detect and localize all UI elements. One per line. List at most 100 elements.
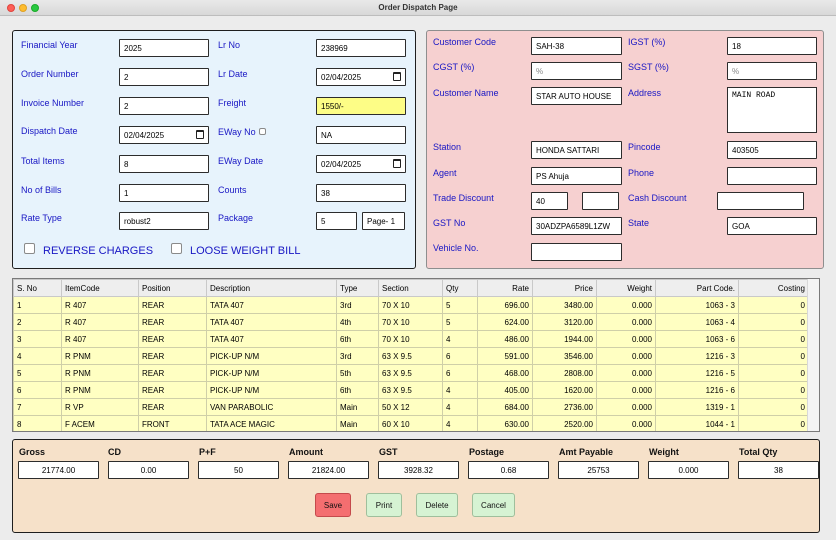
table-cell[interactable]: 4: [442, 330, 478, 348]
table-cell[interactable]: 5: [442, 313, 478, 331]
print-button[interactable]: Print: [366, 493, 402, 517]
table-cell[interactable]: 70 X 10: [378, 313, 443, 331]
trade-discount-input[interactable]: [531, 192, 568, 210]
column-header[interactable]: S. No: [13, 279, 62, 297]
table-cell[interactable]: 624.00: [477, 313, 533, 331]
counts-input[interactable]: [316, 184, 406, 202]
column-header[interactable]: Position: [138, 279, 207, 297]
invoice-number-input[interactable]: [119, 97, 209, 115]
table-row[interactable]: 1R 407 REAR TATA 407 3rd 70 X 10 5 696.00 3480.…: [13, 296, 809, 314]
customer-name-input[interactable]: [531, 87, 622, 105]
table-row[interactable]: 6R PNM REAR PICK-UP N/M 6th 63 X 9.5 4 405.00 1…: [13, 381, 809, 399]
table-cell[interactable]: FRONT: [138, 415, 207, 431]
gross-input[interactable]: [18, 461, 99, 479]
total-qty-input[interactable]: [738, 461, 819, 479]
total-items-input[interactable]: [119, 155, 209, 173]
loose-weight-bill-checkbox[interactable]: [171, 243, 182, 254]
calendar-icon[interactable]: [196, 130, 204, 139]
table-cell[interactable]: REAR: [138, 398, 207, 416]
trade-discount-extra-input[interactable]: [582, 192, 619, 210]
table-cell[interactable]: TATA ACE MAGIC: [206, 415, 337, 431]
state-input[interactable]: [727, 217, 817, 235]
table-cell[interactable]: 6: [442, 364, 478, 382]
table-cell[interactable]: R PNM: [61, 381, 139, 399]
table-cell[interactable]: 468.00: [477, 364, 533, 382]
table-cell[interactable]: 630.00: [477, 415, 533, 431]
table-cell[interactable]: 405.00: [477, 381, 533, 399]
table-cell[interactable]: 0: [738, 296, 809, 314]
table-row[interactable]: 3R 407 REAR TATA 407 6th 70 X 10 4 486.00 1944.…: [13, 330, 809, 348]
table-cell[interactable]: 6: [13, 381, 62, 399]
table-cell[interactable]: 2808.00: [532, 364, 597, 382]
sgst-input[interactable]: [727, 62, 817, 80]
table-cell[interactable]: 4: [442, 381, 478, 399]
amount-input[interactable]: [288, 461, 369, 479]
table-cell[interactable]: 1063 - 3: [655, 296, 739, 314]
table-cell[interactable]: R 407: [61, 313, 139, 331]
column-header[interactable]: Qty: [442, 279, 478, 297]
table-cell[interactable]: 50 X 12: [378, 398, 443, 416]
cancel-button[interactable]: Cancel: [472, 493, 515, 517]
table-cell[interactable]: 0.000: [596, 296, 656, 314]
table-cell[interactable]: 1216 - 6: [655, 381, 739, 399]
table-cell[interactable]: 591.00: [477, 347, 533, 365]
table-scrollbar[interactable]: [807, 279, 819, 431]
address-textarea[interactable]: MAIN ROAD: [727, 87, 817, 133]
table-cell[interactable]: 3: [13, 330, 62, 348]
table-cell[interactable]: 5: [13, 364, 62, 382]
table-cell[interactable]: 684.00: [477, 398, 533, 416]
save-button[interactable]: Save: [315, 493, 351, 517]
table-cell[interactable]: TATA 407: [206, 313, 337, 331]
financial-year-input[interactable]: [119, 39, 209, 57]
table-cell[interactable]: 486.00: [477, 330, 533, 348]
table-cell[interactable]: 63 X 9.5: [378, 364, 443, 382]
table-cell[interactable]: 3480.00: [532, 296, 597, 314]
table-cell[interactable]: R PNM: [61, 347, 139, 365]
table-cell[interactable]: 1319 - 1: [655, 398, 739, 416]
table-cell[interactable]: REAR: [138, 364, 207, 382]
package-page-input[interactable]: [362, 212, 405, 230]
table-row[interactable]: 7R VP REAR VAN PARABOLIC Main 50 X 12 4 684.00…: [13, 398, 809, 416]
table-cell[interactable]: 63 X 9.5: [378, 347, 443, 365]
table-cell[interactable]: 6th: [336, 381, 379, 399]
table-cell[interactable]: 0: [738, 415, 809, 431]
customer-code-input[interactable]: [531, 37, 622, 55]
column-header[interactable]: Weight: [596, 279, 656, 297]
table-cell[interactable]: 7: [13, 398, 62, 416]
pincode-input[interactable]: [727, 141, 817, 159]
table-row[interactable]: 4R PNM REAR PICK-UP N/M 3rd 63 X 9.5 6 591.00 3…: [13, 347, 809, 365]
table-cell[interactable]: 2520.00: [532, 415, 597, 431]
table-cell[interactable]: 8: [13, 415, 62, 431]
postage-input[interactable]: [468, 461, 549, 479]
column-header[interactable]: Description: [206, 279, 337, 297]
table-cell[interactable]: 1944.00: [532, 330, 597, 348]
table-cell[interactable]: 1620.00: [532, 381, 597, 399]
table-cell[interactable]: 1063 - 4: [655, 313, 739, 331]
table-cell[interactable]: VAN PARABOLIC: [206, 398, 337, 416]
table-cell[interactable]: 0.000: [596, 415, 656, 431]
order-number-input[interactable]: [119, 68, 209, 86]
column-header[interactable]: Costing: [738, 279, 809, 297]
phone-input[interactable]: [727, 167, 817, 185]
dispatch-date-field[interactable]: 02/04/2025: [119, 126, 209, 144]
cd-input[interactable]: [108, 461, 189, 479]
table-cell[interactable]: REAR: [138, 313, 207, 331]
table-cell[interactable]: 4th: [336, 313, 379, 331]
table-cell[interactable]: 5th: [336, 364, 379, 382]
table-cell[interactable]: Main: [336, 398, 379, 416]
table-cell[interactable]: 70 X 10: [378, 330, 443, 348]
table-cell[interactable]: 0.000: [596, 347, 656, 365]
table-cell[interactable]: REAR: [138, 347, 207, 365]
table-cell[interactable]: 0.000: [596, 381, 656, 399]
table-cell[interactable]: 2: [13, 313, 62, 331]
column-header[interactable]: Section: [378, 279, 443, 297]
column-header[interactable]: Rate: [477, 279, 533, 297]
vehicle-no-input[interactable]: [531, 243, 622, 261]
table-cell[interactable]: 3120.00: [532, 313, 597, 331]
table-cell[interactable]: 63 X 9.5: [378, 381, 443, 399]
column-header[interactable]: Price: [532, 279, 597, 297]
table-cell[interactable]: 0: [738, 330, 809, 348]
agent-input[interactable]: [531, 167, 622, 185]
column-header[interactable]: Type: [336, 279, 379, 297]
table-cell[interactable]: R PNM: [61, 364, 139, 382]
